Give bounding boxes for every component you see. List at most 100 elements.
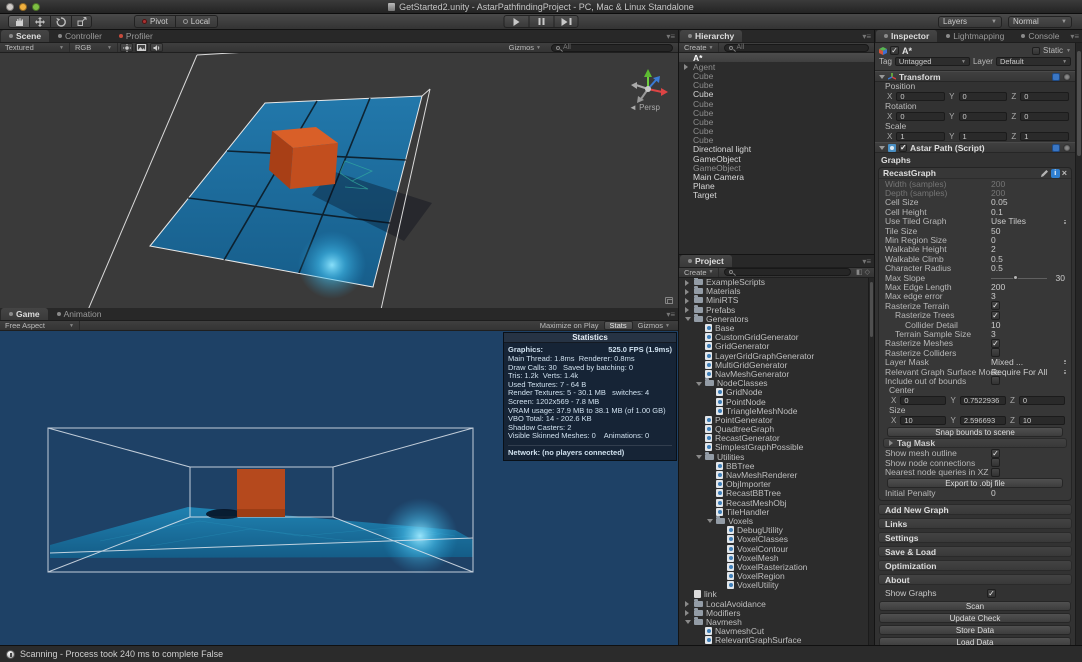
tag-dropdown[interactable]: Untagged▼ [895, 57, 970, 66]
render-mode-dropdown[interactable]: RGB▼ [70, 43, 118, 52]
stats-toggle[interactable]: Stats [604, 321, 633, 330]
tag-mask-foldout[interactable]: Tag Mask [883, 438, 1067, 448]
panel-menu-icon[interactable]: ▾≡ [666, 310, 675, 319]
project-item[interactable]: TriangleMeshNode [679, 406, 874, 415]
layer-dropdown[interactable]: Default▼ [996, 57, 1071, 66]
tab-console[interactable]: Console [1013, 30, 1067, 42]
play-button[interactable] [504, 15, 529, 28]
component-enabled-checkbox[interactable]: ✓ [899, 144, 907, 152]
rasterize-trees-checkbox[interactable]: ✓ [991, 311, 1000, 320]
foldout-icon[interactable] [685, 317, 691, 321]
show-mesh-outline-checkbox[interactable]: ✓ [991, 449, 1000, 458]
foldout-icon[interactable] [685, 620, 691, 624]
section-optimization[interactable]: Optimization [878, 560, 1072, 571]
scene-gizmos-dropdown[interactable]: Gizmos▼ [504, 43, 546, 52]
status-bar[interactable]: Scanning - Process took 240 ms to comple… [0, 645, 1082, 662]
project-item[interactable]: Navmesh [679, 617, 874, 626]
persp-label[interactable]: ◄ Persp [629, 103, 660, 112]
tab-hierarchy[interactable]: Hierarchy [680, 30, 742, 42]
astar-component-header[interactable]: ✓ Astar Path (Script) [875, 142, 1075, 153]
project-item[interactable]: CustomGridGenerator [679, 333, 874, 342]
panel-menu-icon[interactable]: ▾≡ [862, 32, 871, 41]
vector-y-field[interactable]: 0 [959, 92, 1008, 101]
foldout-icon[interactable] [707, 519, 713, 523]
rotate-tool-button[interactable] [50, 15, 71, 28]
layout-dropdown[interactable]: Normal▼ [1008, 16, 1072, 28]
gear-icon[interactable] [1063, 73, 1071, 81]
move-tool-button[interactable] [29, 15, 50, 28]
setting-value[interactable]: 0 [991, 488, 996, 498]
aspect-dropdown[interactable]: Free Aspect▼ [0, 321, 80, 330]
foldout-icon[interactable] [879, 146, 885, 150]
edit-icon[interactable] [1040, 169, 1049, 178]
reference-icon[interactable] [1052, 73, 1060, 81]
section-about[interactable]: About [878, 574, 1072, 585]
local-toggle-button[interactable]: Local [175, 15, 218, 28]
game-gizmos-dropdown[interactable]: Gizmos▼ [633, 321, 675, 330]
game-viewport[interactable]: Statistics Graphics: 525.0 FPS (1.9ms) M… [0, 331, 678, 645]
section-save-load[interactable]: Save & Load [878, 546, 1072, 557]
foldout-icon[interactable] [684, 64, 688, 70]
vector-x-field[interactable]: 0 [896, 112, 945, 121]
layers-dropdown[interactable]: Layers▼ [938, 16, 1002, 28]
project-item[interactable]: NodeClasses [679, 379, 874, 388]
vector-x-field[interactable]: 1 [896, 132, 945, 141]
scene-viewport[interactable]: ◄ Persp [0, 53, 678, 308]
project-item[interactable]: GridNode [679, 388, 874, 397]
step-button[interactable] [554, 15, 579, 28]
snap-bounds-to-scene-button[interactable]: Snap bounds to scene [887, 427, 1063, 437]
scene-search-input[interactable]: All [551, 44, 673, 52]
vector-z-field[interactable]: 10 [1019, 416, 1065, 425]
include-out-of-bounds-checkbox[interactable] [991, 376, 1000, 385]
scale-tool-button[interactable] [71, 15, 92, 28]
foldout-icon[interactable] [696, 382, 702, 386]
vector-y-field[interactable]: 1 [959, 132, 1008, 141]
show-graphs-checkbox[interactable]: ✓ [987, 589, 996, 598]
delete-graph-icon[interactable]: × [1062, 169, 1067, 178]
vector-z-field[interactable]: 0 [1019, 396, 1065, 405]
project-item[interactable]: PointGenerator [679, 415, 874, 424]
vector-z-field[interactable]: 1 [1020, 132, 1069, 141]
project-item[interactable]: SimplestGraphPossible [679, 443, 874, 452]
tab-controller[interactable]: Controller [50, 30, 110, 42]
camera-preview-toggle-icon[interactable] [665, 297, 673, 304]
project-create-button[interactable]: Create▼ [679, 268, 719, 277]
hand-tool-button[interactable] [8, 15, 29, 28]
project-item[interactable]: NavMeshRenderer [679, 470, 874, 479]
foldout-icon[interactable] [685, 280, 689, 286]
setting-value[interactable]: 3 [991, 291, 996, 301]
tab-project[interactable]: Project [680, 255, 732, 267]
info-icon[interactable]: i [1051, 169, 1060, 178]
foldout-icon[interactable] [879, 75, 885, 79]
slider-thumb[interactable] [1013, 275, 1018, 280]
load-data-button[interactable]: Load Data [879, 637, 1071, 645]
project-item[interactable]: TileHandler [679, 507, 874, 516]
reference-icon[interactable] [1052, 144, 1060, 152]
dropdown-dots-icon[interactable] [1064, 220, 1066, 225]
tab-inspector[interactable]: Inspector [876, 30, 937, 42]
setting-value[interactable]: 3 [991, 329, 996, 339]
pause-button[interactable] [529, 15, 554, 28]
hierarchy-item[interactable]: Target [679, 191, 874, 200]
update-check-button[interactable]: Update Check [879, 613, 1071, 623]
gameobject-name-field[interactable]: A* [902, 46, 1029, 56]
panel-menu-icon[interactable]: ▾≡ [862, 257, 871, 266]
recast-graph-header[interactable]: RecastGraph i × [879, 168, 1071, 179]
gear-icon[interactable] [1063, 144, 1071, 152]
inspector-scrollbar[interactable] [1075, 43, 1082, 645]
foldout-icon[interactable] [685, 289, 689, 295]
static-dropdown-icon[interactable]: ▼ [1066, 48, 1071, 54]
tab-scene[interactable]: Scene [1, 30, 49, 42]
project-search-input[interactable] [724, 268, 851, 276]
maximize-on-play-toggle[interactable]: Maximize on Play [535, 321, 604, 330]
project-item[interactable]: Generators [679, 314, 874, 323]
tab-animation[interactable]: Animation [49, 308, 110, 320]
dropdown-dots-icon[interactable] [1064, 370, 1066, 375]
show-node-connections-checkbox[interactable] [991, 458, 1000, 467]
rasterize-terrain-checkbox[interactable]: ✓ [991, 301, 1000, 310]
project-options-icons[interactable]: ◧ ◇ [856, 268, 870, 276]
vector-y-field[interactable]: 2.596693 [960, 416, 1006, 425]
project-item[interactable]: RecastMeshObj [679, 498, 874, 507]
vector-x-field[interactable]: 0 [900, 396, 946, 405]
dropdown-dots-icon[interactable] [1064, 360, 1066, 365]
